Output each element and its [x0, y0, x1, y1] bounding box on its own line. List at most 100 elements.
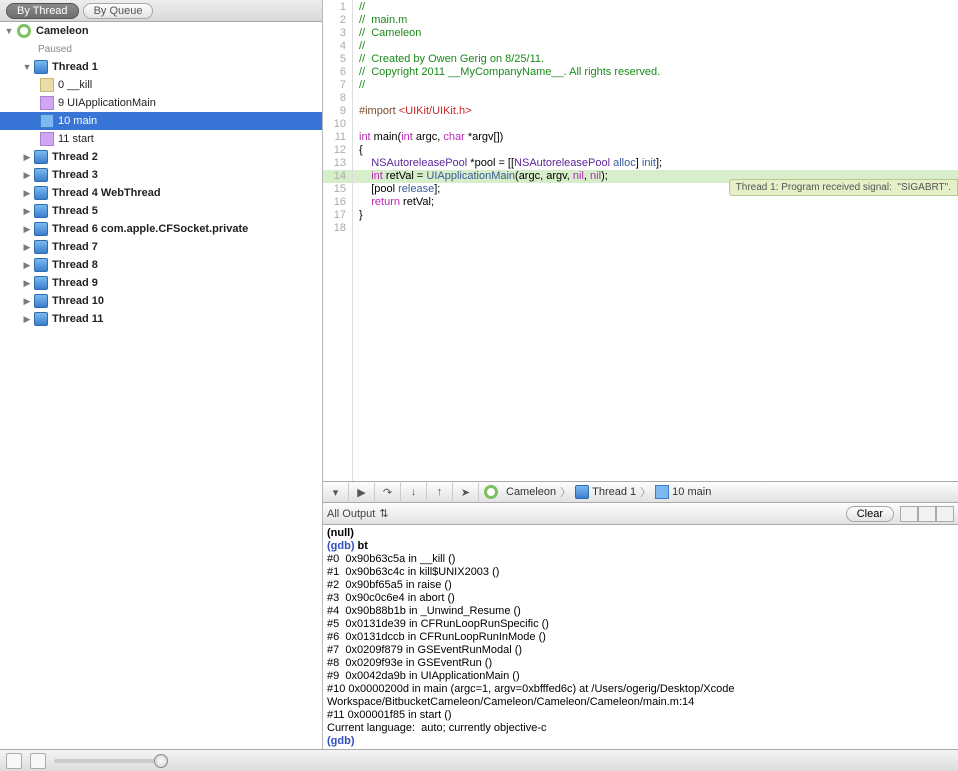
tab-by-queue[interactable]: By Queue — [83, 3, 154, 19]
console-view-toggle[interactable] — [900, 506, 954, 522]
frame-label: 11 start — [58, 133, 94, 145]
code-line[interactable]: // Created by Owen Gerig on 8/25/11. — [353, 53, 958, 66]
tab-by-thread[interactable]: By Thread — [6, 3, 79, 19]
thread-icon — [34, 168, 48, 182]
console-line: Current language: auto; currently object… — [327, 722, 954, 735]
code-line[interactable]: // main.m — [353, 14, 958, 27]
updown-icon: ⇅ — [379, 507, 388, 520]
code-line[interactable]: // — [353, 79, 958, 92]
navigator-footer — [0, 749, 958, 771]
output-filter-select[interactable]: All Output⇅ — [327, 507, 389, 520]
thread-row[interactable]: Thread 6 com.apple.CFSocket.private — [0, 220, 322, 238]
thread-row[interactable]: Thread 5 — [0, 202, 322, 220]
disclosure-icon[interactable] — [22, 260, 32, 270]
thread-row[interactable]: Thread 11 — [0, 310, 322, 328]
console-line: #6 0x0131dccb in CFRunLoopRunInMode () — [327, 631, 954, 644]
thread-row[interactable]: Thread 3 — [0, 166, 322, 184]
code-line[interactable] — [353, 118, 958, 131]
code-line[interactable]: // — [353, 40, 958, 53]
disclosure-icon[interactable] — [22, 188, 32, 198]
thread-icon — [34, 186, 48, 200]
footer-button-1[interactable] — [6, 753, 22, 769]
disclosure-icon[interactable] — [22, 278, 32, 288]
console-line: #2 0x90bf65a5 in raise () — [327, 579, 954, 592]
thread-row[interactable]: Thread 9 — [0, 274, 322, 292]
disclosure-icon[interactable] — [22, 152, 32, 162]
continue-button[interactable]: ▶ — [349, 481, 375, 503]
console-line: #8 0x0209f93e in GSEventRun () — [327, 657, 954, 670]
console-line: #3 0x90c0c6e4 in abort () — [327, 592, 954, 605]
console-line: (null) — [327, 527, 954, 540]
debug-breadcrumb[interactable]: Cameleon 〉 Thread 1 〉 10 main — [479, 484, 715, 500]
thread-row[interactable]: Thread 10 — [0, 292, 322, 310]
code-line[interactable]: // Cameleon — [353, 27, 958, 40]
step-into-button[interactable]: ↓ — [401, 481, 427, 503]
signal-callout: Thread 1: Program received signal: "SIGA… — [729, 179, 958, 196]
thread-icon — [34, 150, 48, 164]
console-line: (gdb) bt — [327, 540, 954, 553]
console-line: #7 0x0209f879 in GSEventRunModal () — [327, 644, 954, 657]
code-line[interactable]: // — [353, 1, 958, 14]
footer-button-2[interactable] — [30, 753, 46, 769]
thread-label: Thread 9 — [52, 277, 98, 289]
step-out-button[interactable]: ↑ — [427, 481, 453, 503]
code-line[interactable]: } — [353, 209, 958, 222]
toggle-debug-area-button[interactable]: ▾ — [323, 481, 349, 503]
code-content[interactable]: //// main.m// Cameleon//// Created by Ow… — [353, 0, 958, 481]
step-over-button[interactable]: ↷ — [375, 481, 401, 503]
code-line[interactable]: return retVal; — [353, 196, 958, 209]
console-line: #10 0x0000200d in main (argc=1, argv=0xb… — [327, 683, 954, 709]
slider-thumb[interactable] — [154, 754, 168, 768]
debug-console[interactable]: (null)(gdb) bt#0 0x90b63c5a in __kill ()… — [323, 525, 958, 749]
thread-row[interactable]: Thread 1 — [0, 58, 322, 76]
detail-slider[interactable] — [54, 759, 164, 763]
disclosure-icon[interactable] — [22, 314, 32, 324]
code-line[interactable]: int main(int argc, char *argv[]) — [353, 131, 958, 144]
stack-frame-row[interactable]: 9 UIApplicationMain — [0, 94, 322, 112]
disclosure-icon[interactable] — [22, 224, 32, 234]
debug-navigator: By Thread By Queue Cameleon Paused Thread … — [0, 0, 323, 749]
disclosure-icon[interactable] — [22, 206, 32, 216]
process-state: Paused — [38, 44, 72, 55]
crumb-frame: 10 main — [672, 486, 711, 498]
thread-label: Thread 2 — [52, 151, 98, 163]
disclosure-icon[interactable] — [22, 62, 32, 72]
disclosure-icon[interactable] — [4, 26, 14, 36]
code-line[interactable]: NSAutoreleasePool *pool = [[NSAutoreleas… — [353, 157, 958, 170]
code-line[interactable]: // Copyright 2011 __MyCompanyName__. All… — [353, 66, 958, 79]
disclosure-icon[interactable] — [22, 242, 32, 252]
thread-row[interactable]: Thread 8 — [0, 256, 322, 274]
location-button[interactable]: ➤ — [453, 481, 479, 503]
thread-icon — [34, 60, 48, 74]
thread-tree[interactable]: Cameleon Paused Thread 10 __kill 9 UIApplic… — [0, 22, 322, 749]
thread-label: Thread 3 — [52, 169, 98, 181]
process-state-row: Paused — [0, 40, 322, 58]
crumb-app: Cameleon — [506, 486, 556, 498]
code-line[interactable] — [353, 222, 958, 235]
stack-frame-row[interactable]: 0 __kill — [0, 76, 322, 94]
thread-icon — [34, 258, 48, 272]
console-line: #9 0x0042da9b in UIApplicationMain () — [327, 670, 954, 683]
thread-label: Thread 4 WebThread — [52, 187, 161, 199]
thread-row[interactable]: Thread 2 — [0, 148, 322, 166]
disclosure-icon[interactable] — [22, 170, 32, 180]
frame-icon — [40, 78, 54, 92]
console-line: #11 0x00001f85 in start () — [327, 709, 954, 722]
code-editor[interactable]: 123456789101112131415161718 //// main.m/… — [323, 0, 958, 481]
code-line[interactable]: #import <UIKit/UIKit.h> — [353, 105, 958, 118]
clear-button[interactable]: Clear — [846, 506, 894, 522]
stack-frame-row[interactable]: 10 main — [0, 112, 322, 130]
thread-row[interactable]: Thread 7 — [0, 238, 322, 256]
thread-label: Thread 10 — [52, 295, 104, 307]
stack-frame-row[interactable]: 11 start — [0, 130, 322, 148]
thread-row[interactable]: Thread 4 WebThread — [0, 184, 322, 202]
disclosure-icon[interactable] — [22, 296, 32, 306]
frame-label: 9 UIApplicationMain — [58, 97, 156, 109]
frame-icon — [655, 485, 669, 499]
frame-icon — [40, 114, 54, 128]
frame-icon — [40, 132, 54, 146]
code-line[interactable]: { — [353, 144, 958, 157]
code-line[interactable] — [353, 92, 958, 105]
thread-icon — [34, 312, 48, 326]
process-row[interactable]: Cameleon — [0, 22, 322, 40]
